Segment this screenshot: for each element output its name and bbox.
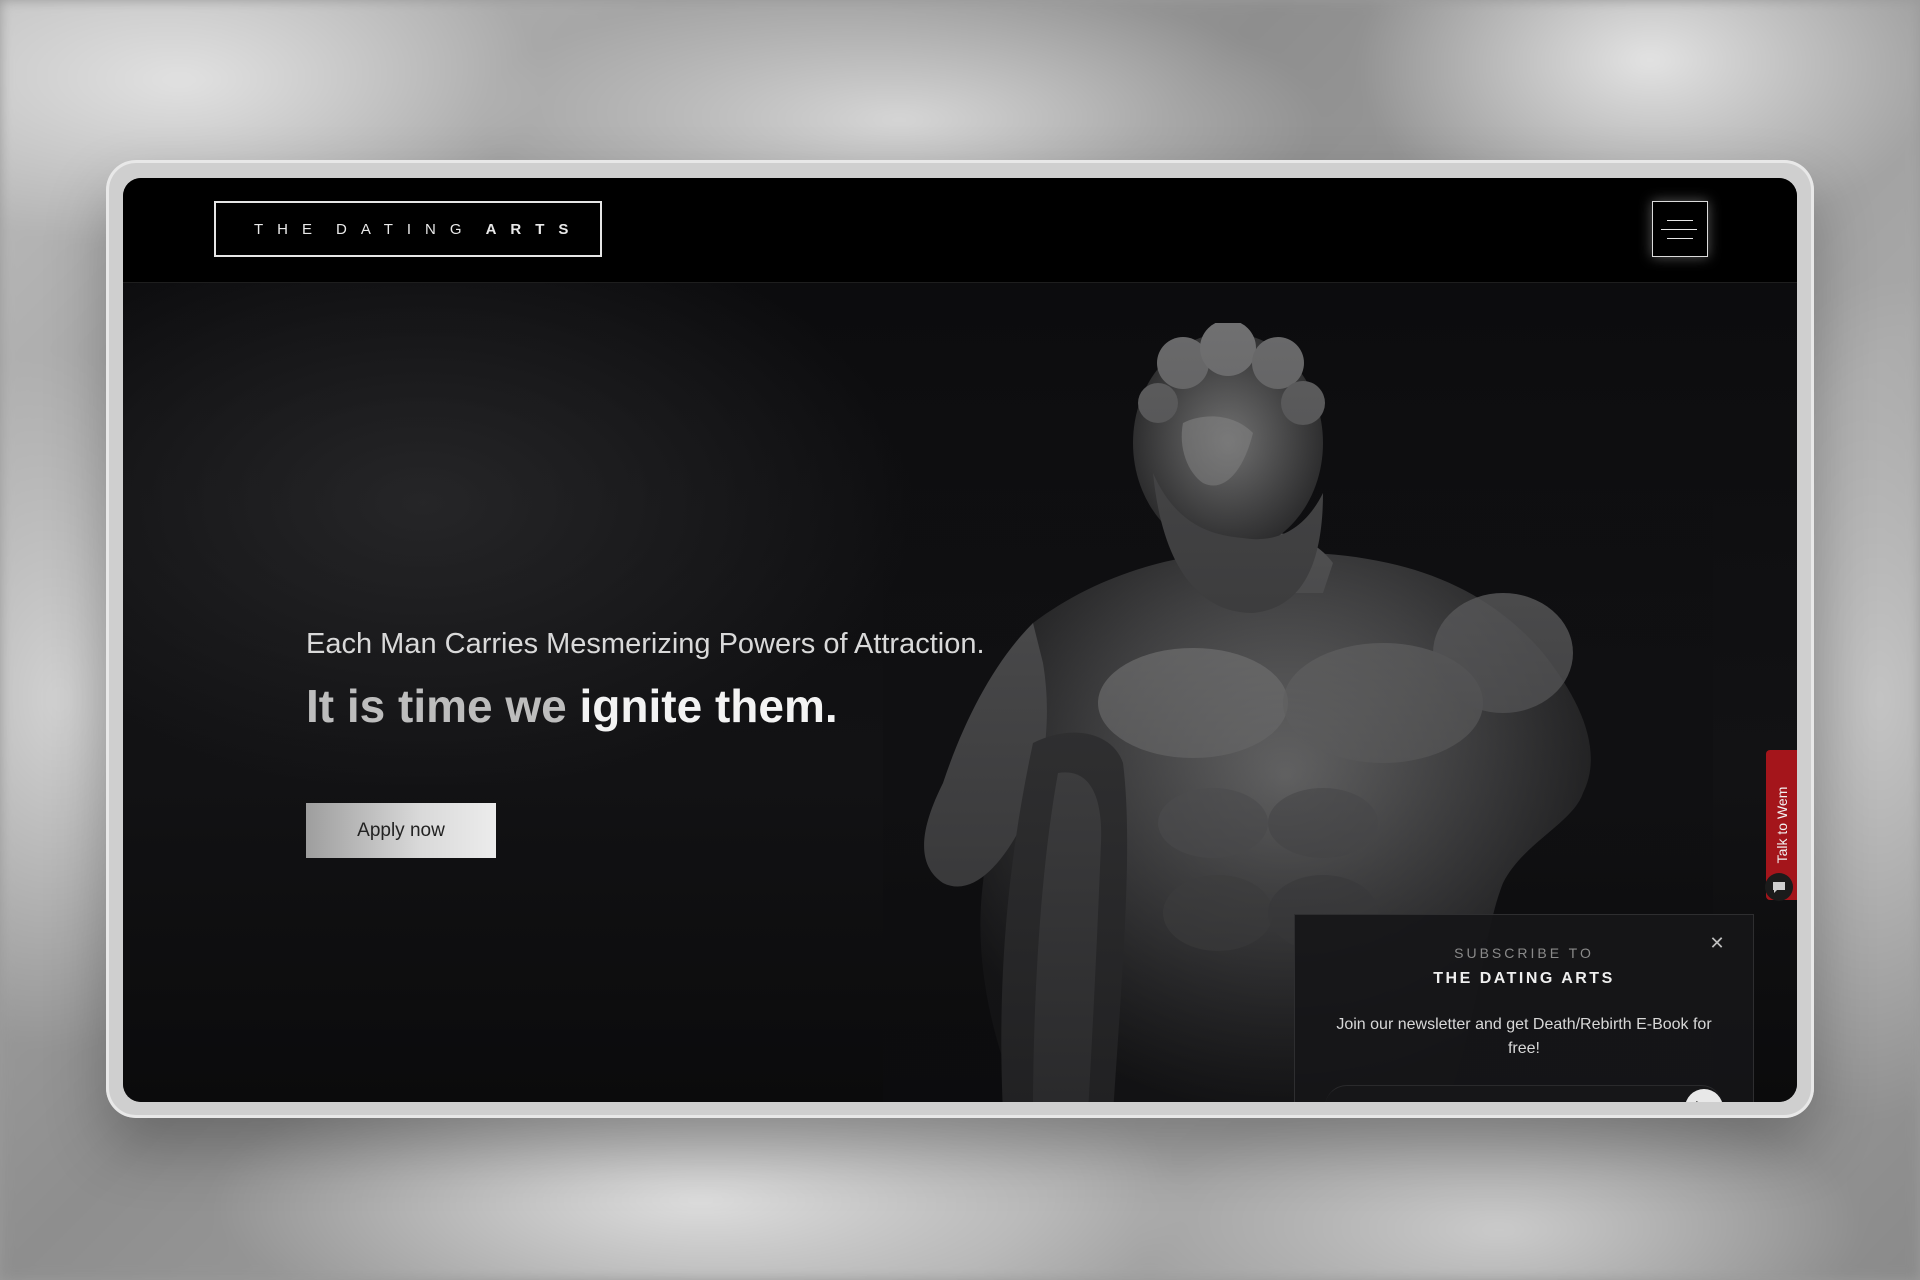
website-screen: THE DATING ARTS Each Man Carries Mesmeri… <box>123 178 1797 1102</box>
site-logo[interactable]: THE DATING ARTS <box>214 201 602 257</box>
logo-word-arts: ARTS <box>485 220 583 238</box>
chat-bubble-button[interactable] <box>1765 873 1793 901</box>
popup-description: Join our newsletter and get Death/Rebirt… <box>1336 1016 1712 1057</box>
popup-eyebrow: SUBSCRIBE TO <box>1454 945 1594 961</box>
send-button[interactable] <box>1685 1089 1723 1102</box>
hero-tagline: Each Man Carries Mesmerizing Powers of A… <box>306 628 985 660</box>
popup-title: THE DATING ARTS <box>1433 970 1615 987</box>
send-arrow-icon <box>1696 1101 1699 1102</box>
hamburger-menu-button[interactable] <box>1652 201 1708 257</box>
newsletter-popup: ✕ SUBSCRIBE TO THE DATING ARTS Join our … <box>1294 914 1754 1102</box>
chat-bubble-icon <box>1773 881 1785 893</box>
top-navigation-bar: THE DATING ARTS <box>123 178 1797 283</box>
hamburger-menu-icon <box>1667 220 1693 221</box>
headline-part-2: ignite them. <box>579 680 838 732</box>
logo-word-the: THE <box>254 220 326 238</box>
apply-now-button[interactable]: Apply now <box>306 803 496 858</box>
hamburger-line-middle <box>1661 229 1697 230</box>
headline-part-1: It is time we <box>306 680 567 732</box>
hero-section: Each Man Carries Mesmerizing Powers of A… <box>123 283 1797 1102</box>
hamburger-line-bottom <box>1667 238 1693 239</box>
hero-headline: It is time we ignite them. <box>306 679 838 733</box>
email-form <box>1325 1085 1723 1102</box>
logo-word-dating: DATING <box>336 220 476 238</box>
email-input[interactable] <box>1343 1086 1647 1102</box>
talk-tab-label: Talk to Wem <box>1773 786 1790 864</box>
